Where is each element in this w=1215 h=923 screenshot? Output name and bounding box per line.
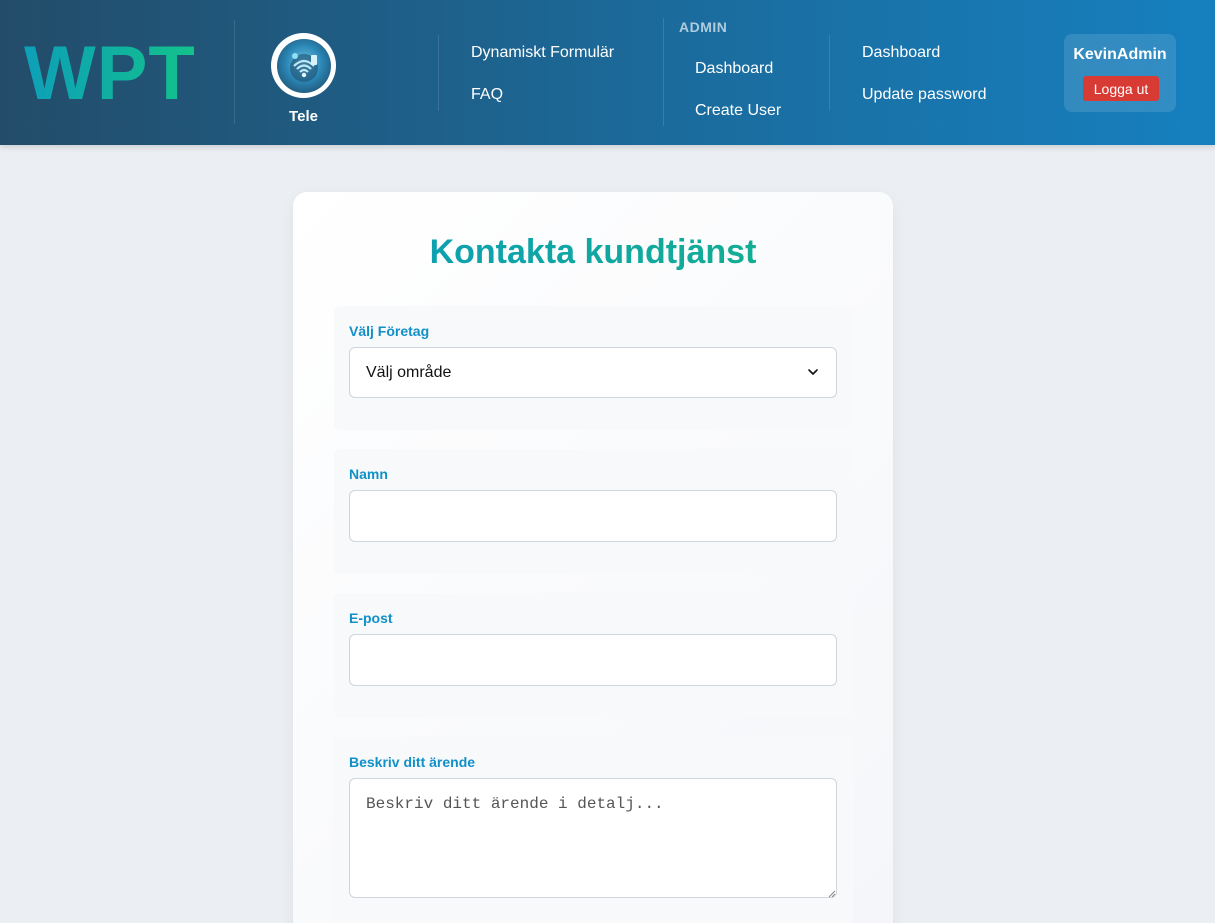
nav-admin-dashboard[interactable]: Dashboard — [695, 60, 773, 78]
page-title: Kontakta kundtjänst — [293, 233, 893, 272]
chevron-down-icon — [806, 365, 820, 384]
issue-textarea[interactable] — [349, 778, 837, 898]
email-label: E-post — [349, 610, 393, 626]
admin-heading: ADMIN — [679, 19, 728, 35]
issue-field-group: Beskriv ditt ärende — [334, 737, 853, 923]
nav-dynamiskt-formular[interactable]: Dynamiskt Formulär — [471, 44, 614, 62]
logout-button[interactable]: Logga ut — [1083, 76, 1159, 101]
nav-faq[interactable]: FAQ — [471, 86, 503, 104]
email-field-group: E-post — [334, 593, 853, 718]
issue-label: Beskriv ditt ärende — [349, 754, 476, 770]
tele-logo-link[interactable] — [271, 33, 336, 98]
header-divider — [234, 20, 235, 124]
name-label: Namn — [349, 466, 388, 482]
nav-create-user[interactable]: Create User — [695, 102, 781, 120]
header-divider — [438, 35, 439, 111]
name-input[interactable] — [349, 490, 837, 542]
user-panel: KevinAdmin Logga ut — [1064, 34, 1176, 112]
resize-grip-icon[interactable] — [826, 885, 850, 923]
company-field-group: Välj Företag Välj område — [334, 306, 853, 430]
telecom-logo-icon — [276, 38, 331, 93]
company-label: Välj Företag — [349, 323, 430, 339]
email-input[interactable] — [349, 634, 837, 686]
tele-label: Tele — [289, 108, 318, 125]
header-divider — [663, 18, 664, 126]
username: KevinAdmin — [1073, 46, 1167, 63]
top-header: WPT Tele Dynamiskt Formulär FAQ ADMIN Da… — [0, 0, 1215, 145]
header-divider — [829, 35, 830, 111]
nav-account-dashboard[interactable]: Dashboard — [862, 44, 940, 62]
name-field-group: Namn — [334, 449, 853, 574]
company-select[interactable]: Välj område — [349, 347, 837, 398]
contact-form-card: Kontakta kundtjänst Välj Företag Välj om… — [293, 192, 893, 923]
company-select-value: Välj område — [366, 363, 452, 381]
wpt-logo[interactable]: WPT — [24, 34, 196, 114]
nav-update-password[interactable]: Update password — [862, 86, 987, 104]
